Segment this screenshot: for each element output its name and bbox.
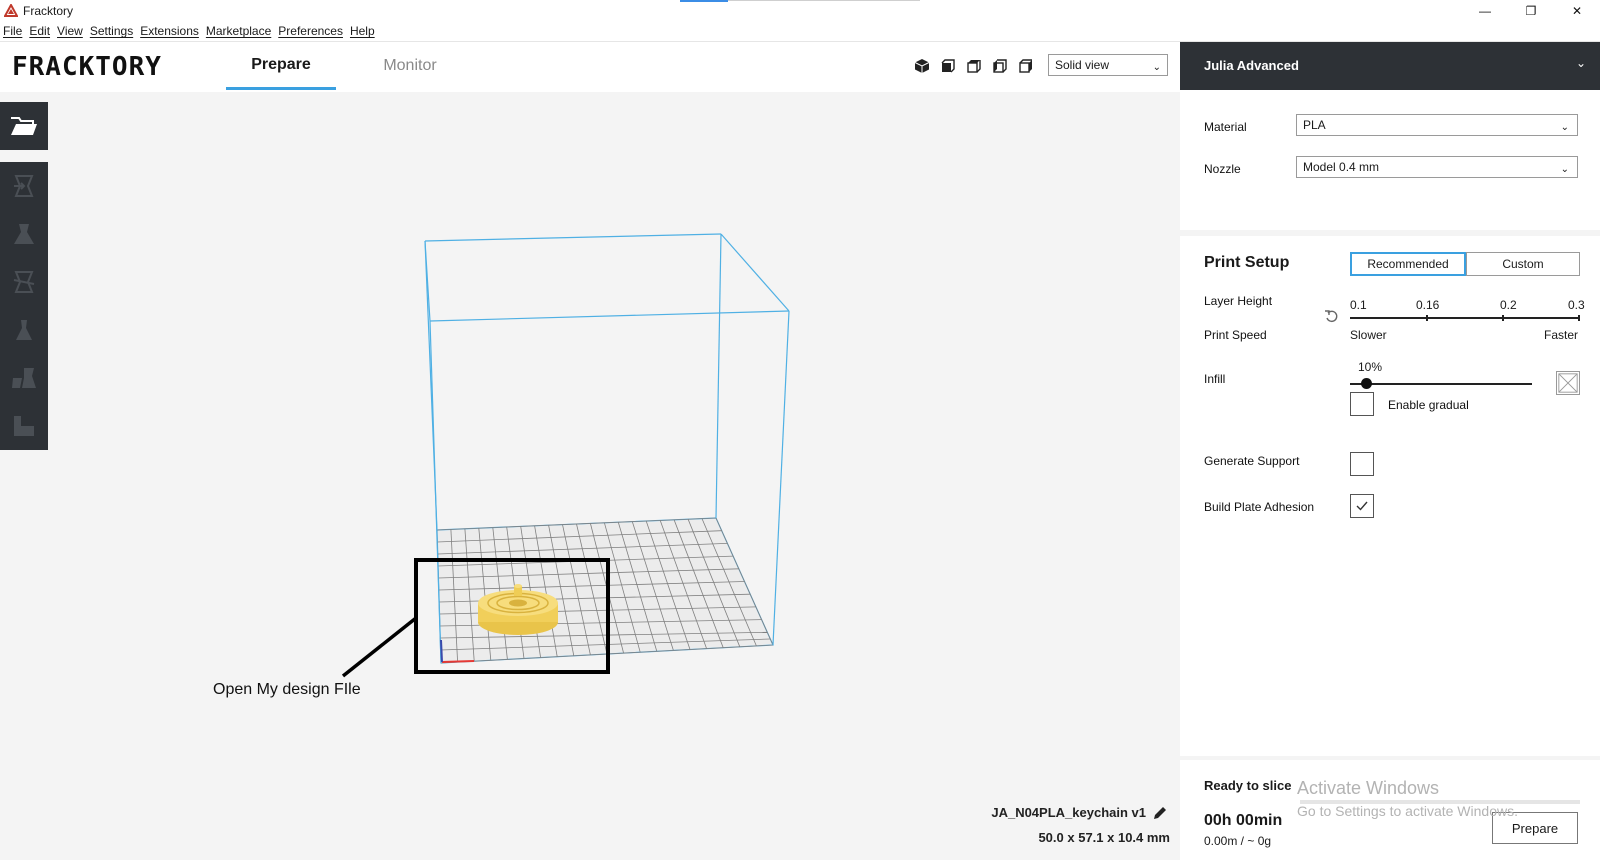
infill-pattern-icon xyxy=(1556,371,1580,395)
mirror-tool-button[interactable] xyxy=(0,306,48,354)
restore-button[interactable]: ❐ xyxy=(1508,0,1554,22)
material-select[interactable]: PLA ⌄ xyxy=(1296,114,1578,136)
menu-help[interactable]: Help xyxy=(350,22,375,41)
speed-faster-label: Faster xyxy=(1544,328,1579,342)
right-view-icon[interactable] xyxy=(1018,58,1034,74)
annotation-label: Open My design FIle xyxy=(213,681,361,698)
nozzle-label: Nozzle xyxy=(1204,162,1241,176)
menu-file[interactable]: File xyxy=(3,22,22,41)
nozzle-value: Model 0.4 mm xyxy=(1303,160,1380,174)
menu-settings[interactable]: Settings xyxy=(90,22,133,41)
menu-preferences[interactable]: Preferences xyxy=(278,22,343,41)
taskbar-indicator xyxy=(680,0,728,2)
tab-monitor[interactable]: Monitor xyxy=(360,42,460,90)
slider-tick xyxy=(1426,315,1428,321)
taskbar-indicator-track xyxy=(728,0,920,1)
slice-status: Ready to slice xyxy=(1204,778,1292,793)
mirror-tool-icon xyxy=(16,320,32,340)
rotate-tool-button[interactable] xyxy=(0,258,48,306)
rotate-tool-icon xyxy=(13,271,35,293)
top-view-icon[interactable] xyxy=(966,58,982,74)
material-usage: 0.00m / ~ 0g xyxy=(1204,834,1272,848)
model-name: JA_N04PLA_keychain v1 xyxy=(991,805,1146,820)
nozzle-select[interactable]: Model 0.4 mm ⌄ xyxy=(1296,156,1578,178)
3d-view-icon[interactable] xyxy=(914,58,930,74)
scale-tool-icon xyxy=(14,224,34,244)
adhesion-checkbox[interactable] xyxy=(1350,494,1374,518)
front-view-icon[interactable] xyxy=(940,58,956,74)
menu-extensions[interactable]: Extensions xyxy=(140,22,199,41)
material-value: PLA xyxy=(1303,118,1326,132)
material-label: Material xyxy=(1204,120,1247,134)
model-dimensions: 50.0 x 57.1 x 10.4 mm xyxy=(1038,830,1170,845)
build-volume-viewport[interactable] xyxy=(48,92,1180,860)
checkmark-icon xyxy=(1356,501,1368,511)
app-header: FRACKTORY Prepare Monitor Solid view ⌄ xyxy=(0,42,1180,92)
menu-marketplace[interactable]: Marketplace xyxy=(206,22,271,41)
print-speed-label: Print Speed xyxy=(1204,328,1267,342)
support-blocker-icon xyxy=(14,416,34,436)
move-tool-button[interactable] xyxy=(0,162,48,210)
recommended-mode-button[interactable]: Recommended xyxy=(1350,252,1466,276)
chevron-down-icon: ⌄ xyxy=(1560,122,1569,133)
folder-open-icon xyxy=(11,117,37,135)
printer-name: Julia Advanced xyxy=(1204,58,1299,73)
left-view-icon[interactable] xyxy=(992,58,1008,74)
brand-logo: FRACKTORY xyxy=(12,52,162,82)
chevron-down-icon: ⌄ xyxy=(1575,56,1586,70)
reset-icon[interactable] xyxy=(1324,308,1340,324)
layer-height-label: Layer Height xyxy=(1204,294,1273,308)
scale-tool-button[interactable] xyxy=(0,210,48,258)
menu-bar: File Edit View Settings Extensions Marke… xyxy=(0,22,1600,42)
minimize-button[interactable]: — xyxy=(1462,0,1508,22)
infill-value: 10% xyxy=(1358,360,1383,374)
slider-tick xyxy=(1578,315,1580,321)
per-model-settings-button[interactable] xyxy=(0,354,48,402)
per-model-settings-icon xyxy=(12,368,36,388)
generate-support-checkbox[interactable] xyxy=(1350,452,1374,476)
view-mode-value: Solid view xyxy=(1055,58,1110,72)
infill-slider[interactable] xyxy=(1350,383,1532,385)
fracktory-logo-icon xyxy=(4,4,18,17)
title-bar: Fracktory — ❐ ✕ xyxy=(0,0,1600,22)
generate-support-label: Generate Support xyxy=(1204,454,1300,468)
menu-view[interactable]: View xyxy=(57,22,83,41)
material-panel: Material PLA ⌄ Nozzle Model 0.4 mm ⌄ xyxy=(1180,90,1600,230)
infill-slider-handle[interactable] xyxy=(1361,378,1372,389)
layer-tick-4: 0.3 xyxy=(1568,298,1585,312)
activation-watermark-text: Go to Settings to activate Windows. xyxy=(1297,803,1518,819)
print-setup-title: Print Setup xyxy=(1204,254,1290,271)
layer-tick-3: 0.2 xyxy=(1500,298,1517,312)
chevron-down-icon: ⌄ xyxy=(1152,62,1161,73)
gradual-infill-label: Enable gradual xyxy=(1388,398,1469,412)
custom-mode-button[interactable]: Custom xyxy=(1466,252,1580,276)
adhesion-label: Build Plate Adhesion xyxy=(1204,500,1315,514)
print-setup-panel: Print Setup Recommended Custom Layer Hei… xyxy=(1180,236,1600,756)
speed-slower-label: Slower xyxy=(1350,328,1387,342)
quality-slider[interactable] xyxy=(1350,317,1580,319)
tab-prepare[interactable]: Prepare xyxy=(226,42,336,90)
close-button[interactable]: ✕ xyxy=(1554,0,1600,22)
window-title: Fracktory xyxy=(23,4,74,18)
printer-selector[interactable]: Julia Advanced ⌄ xyxy=(1180,42,1600,90)
layer-tick-2: 0.16 xyxy=(1416,298,1440,312)
infill-label: Infill xyxy=(1204,372,1226,386)
support-blocker-button[interactable] xyxy=(0,402,48,450)
activation-watermark-title: Activate Windows xyxy=(1297,778,1440,798)
view-mode-select[interactable]: Solid view ⌄ xyxy=(1048,54,1168,76)
tool-panel xyxy=(0,162,48,450)
print-time: 00h 00min xyxy=(1204,812,1283,829)
chevron-down-icon: ⌄ xyxy=(1560,164,1569,175)
open-file-button[interactable] xyxy=(0,102,48,150)
slider-tick xyxy=(1502,315,1504,321)
move-tool-icon xyxy=(14,175,34,197)
app-window: Fracktory — ❐ ✕ File Edit View Settings … xyxy=(0,0,1600,860)
layer-tick-1: 0.1 xyxy=(1350,298,1367,312)
menu-edit[interactable]: Edit xyxy=(29,22,50,41)
pencil-icon[interactable] xyxy=(1152,805,1168,821)
gradual-infill-checkbox[interactable] xyxy=(1350,392,1374,416)
